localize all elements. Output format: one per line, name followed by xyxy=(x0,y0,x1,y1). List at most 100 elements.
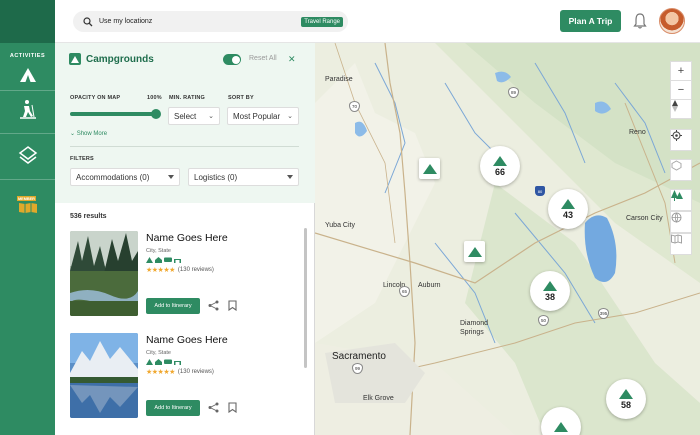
amenity-icons xyxy=(146,359,181,365)
campground-cluster[interactable]: 58 xyxy=(606,379,646,419)
city-label: Reno xyxy=(629,129,646,136)
bookmark-icon[interactable] xyxy=(228,402,237,413)
tent-icon xyxy=(554,422,568,432)
tent-icon xyxy=(543,280,557,291)
city-label: Paradise xyxy=(325,76,353,83)
rating-row: ★★★★★ (130 reviews) xyxy=(146,368,214,376)
panel-title: Campgrounds xyxy=(86,53,154,65)
chevron-down-icon: ⌄ xyxy=(208,113,214,120)
opacity-value: 100% xyxy=(147,95,162,101)
review-count[interactable]: (130 reviews) xyxy=(178,369,214,375)
member-label: MEMBER xyxy=(17,196,36,201)
rv-amenity-icon xyxy=(164,257,172,262)
logistics-value: Logistics (0) xyxy=(194,172,238,182)
city-label: Auburn xyxy=(418,282,441,289)
map-terrain xyxy=(315,43,700,435)
compass-icon[interactable] xyxy=(670,99,692,119)
cluster-count: 43 xyxy=(562,209,573,220)
plan-trip-button[interactable]: Plan A Trip xyxy=(560,10,621,32)
campground-cluster[interactable]: 38 xyxy=(530,271,570,311)
member-map-icon[interactable] xyxy=(0,202,55,214)
accommodations-select[interactable]: Accommodations (0) xyxy=(70,168,180,186)
dropdown-triangle-icon xyxy=(287,175,293,179)
campground-pin[interactable] xyxy=(419,158,440,179)
logistics-select[interactable]: Logistics (0) xyxy=(188,168,299,186)
globe-icon[interactable] xyxy=(670,211,692,233)
campground-photo-forest[interactable] xyxy=(70,231,138,316)
bell-icon[interactable] xyxy=(633,13,647,29)
campground-location: City, State xyxy=(146,248,171,254)
tent-amenity-icon xyxy=(146,359,153,365)
campground-card[interactable]: Name Goes Here City, State ★★★★★ (130 re… xyxy=(70,231,300,316)
app: ACTIVITIES MEMBER Use my locationz Trave… xyxy=(0,0,700,435)
review-count[interactable]: (130 reviews) xyxy=(178,267,214,273)
my-location-icon[interactable] xyxy=(670,129,692,151)
filters-label: FILTERS xyxy=(70,156,94,162)
tent-icon xyxy=(422,163,437,174)
reset-all-button[interactable]: Reset All xyxy=(249,55,277,62)
amenity-icons xyxy=(146,257,181,263)
campgrounds-panel: Campgrounds Reset All ✕ OPACITY ON MAP 1… xyxy=(55,43,315,435)
forest-layer-icon[interactable] xyxy=(670,189,692,211)
search-icon xyxy=(83,16,93,26)
campground-tent-icon xyxy=(69,53,81,65)
share-icon[interactable] xyxy=(208,402,219,413)
avatar[interactable] xyxy=(659,8,685,34)
travel-range-chip[interactable]: Travel Range xyxy=(301,16,343,27)
campground-cluster[interactable]: 66 xyxy=(480,146,520,186)
star-rating-icons: ★★★★★ xyxy=(146,267,175,274)
opacity-slider-handle[interactable] xyxy=(151,109,161,119)
shelter-amenity-icon xyxy=(174,259,181,263)
show-more-link[interactable]: ⌄ Show More xyxy=(70,130,107,137)
sort-by-label: SORT BY xyxy=(228,95,254,101)
opacity-slider-track[interactable] xyxy=(70,112,160,116)
zoom-out-button[interactable]: − xyxy=(670,80,692,100)
city-label: Carson City xyxy=(626,215,663,222)
left-rail: ACTIVITIES MEMBER xyxy=(0,0,55,435)
layers-icon[interactable] xyxy=(0,145,55,167)
tent-amenity-icon xyxy=(146,257,153,263)
rail-logo-area xyxy=(0,0,55,43)
cluster-count: 58 xyxy=(620,399,631,410)
results-scrollbar[interactable] xyxy=(304,228,307,368)
dropdown-triangle-icon xyxy=(168,175,174,179)
map-view[interactable]: Paradise Reno Carson City Yuba City Linc… xyxy=(315,43,700,435)
min-rating-select[interactable]: Select ⌄ xyxy=(168,107,220,125)
top-header: Use my locationz Travel Range Plan A Tri… xyxy=(55,0,700,43)
rv-amenity-icon xyxy=(164,359,172,364)
layer-toggle[interactable] xyxy=(223,54,241,65)
min-rating-label: MIN. RATING xyxy=(169,95,206,101)
star-rating-icons: ★★★★★ xyxy=(146,369,175,376)
hiking-icon[interactable] xyxy=(0,99,55,119)
sort-by-value: Most Popular xyxy=(233,111,281,121)
add-to-itinerary-button[interactable]: Add to Itinerary xyxy=(146,400,200,416)
camping-tent-icon[interactable] xyxy=(0,67,55,83)
campground-name[interactable]: Name Goes Here xyxy=(146,334,228,346)
tent-icon xyxy=(619,388,633,399)
map-layer-icon[interactable] xyxy=(670,233,692,255)
campground-photo-lake[interactable] xyxy=(70,333,138,418)
search-bar[interactable]: Use my locationz Travel Range xyxy=(73,11,348,32)
campground-cluster[interactable]: 43 xyxy=(548,189,588,229)
cabin-amenity-icon xyxy=(155,257,162,263)
zoom-in-button[interactable]: + xyxy=(670,61,692,81)
chevron-down-icon: ⌄ xyxy=(287,113,293,120)
share-icon[interactable] xyxy=(208,300,219,311)
campground-card[interactable]: Name Goes Here City, State ★★★★★ (130 re… xyxy=(70,333,300,418)
bookmark-icon[interactable] xyxy=(228,300,237,311)
close-icon[interactable]: ✕ xyxy=(288,54,296,65)
shelter-amenity-icon xyxy=(174,361,181,365)
city-label: Sacramento xyxy=(332,351,386,362)
min-rating-value: Select xyxy=(174,111,197,121)
campground-location: City, State xyxy=(146,350,171,356)
cluster-count: 38 xyxy=(544,291,555,302)
city-label: Elk Grove xyxy=(363,395,394,402)
search-input[interactable]: Use my locationz xyxy=(99,18,301,25)
campground-pin[interactable] xyxy=(464,241,485,262)
campground-name[interactable]: Name Goes Here xyxy=(146,232,228,244)
cluster-count: 66 xyxy=(494,166,505,177)
sort-by-select[interactable]: Most Popular ⌄ xyxy=(227,107,299,125)
terrain-layer-icon[interactable] xyxy=(670,159,692,181)
activities-label: ACTIVITIES xyxy=(9,53,46,59)
add-to-itinerary-button[interactable]: Add to Itinerary xyxy=(146,298,200,314)
